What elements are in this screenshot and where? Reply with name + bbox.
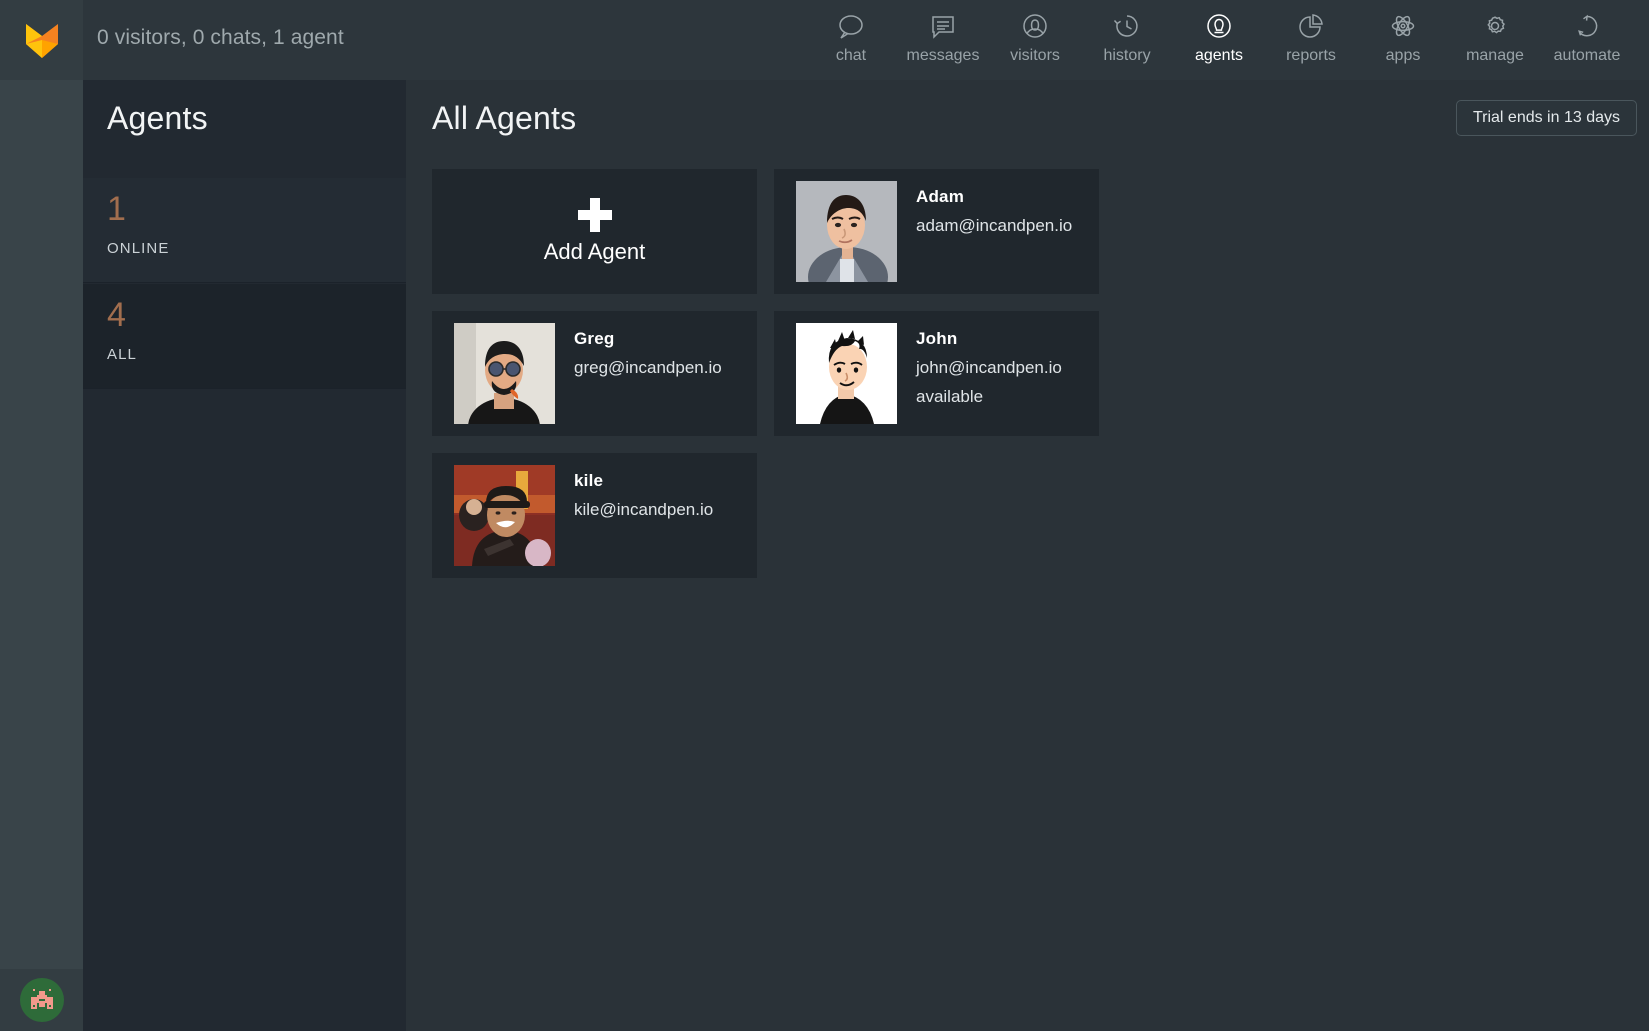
gear-icon	[1480, 8, 1510, 46]
agent-name: John	[916, 329, 958, 348]
nav-item-agents[interactable]: agents	[1173, 0, 1265, 80]
nav-item-reports[interactable]: reports	[1265, 0, 1357, 80]
agent-info: John john@incandpen.io available	[916, 329, 1062, 407]
person-circle-icon	[1020, 8, 1050, 46]
sidebar-filter-online-count: 1	[107, 190, 126, 228]
nav-label-history: history	[1103, 47, 1151, 64]
agent-email: greg@incandpen.io	[574, 358, 722, 377]
agent-name: Greg	[574, 329, 615, 348]
nav-item-apps[interactable]: apps	[1357, 0, 1449, 80]
agent-card[interactable]: Adam adam@incandpen.io	[774, 169, 1099, 294]
main-nav: chat messages visitors history agents re…	[805, 0, 1633, 80]
clock-rewind-icon	[1112, 8, 1142, 46]
plus-icon	[577, 198, 612, 232]
sidebar-filter-online-label: ONLINE	[107, 240, 170, 257]
user-avatar[interactable]	[20, 978, 64, 1022]
nav-label-messages: messages	[906, 47, 980, 64]
nav-item-chat[interactable]: chat	[805, 0, 897, 80]
nav-item-automate[interactable]: automate	[1541, 0, 1633, 80]
agents-sidebar: Agents 1 ONLINE 4 ALL	[83, 80, 406, 1031]
atom-icon	[1388, 8, 1418, 46]
agent-name: Adam	[916, 187, 965, 206]
avatar	[454, 323, 555, 424]
message-lines-icon	[928, 8, 958, 46]
agent-info: Greg greg@incandpen.io	[574, 329, 722, 378]
agent-circle-icon	[1204, 8, 1234, 46]
sidebar-filter-all-count: 4	[107, 296, 126, 334]
top-bar: 0 visitors, 0 chats, 1 agent chat messag…	[83, 0, 1649, 80]
nav-label-visitors: visitors	[1010, 47, 1060, 64]
nav-label-reports: reports	[1286, 47, 1336, 64]
avatar	[454, 465, 555, 566]
nav-item-manage[interactable]: manage	[1449, 0, 1541, 80]
agent-info: Adam adam@incandpen.io	[916, 187, 1072, 236]
photo-john	[796, 323, 897, 424]
page-title: All Agents	[432, 100, 577, 136]
photo-greg	[454, 323, 555, 424]
fox-logo-icon	[25, 24, 58, 58]
nav-item-history[interactable]: history	[1081, 0, 1173, 80]
refresh-cycle-icon	[1572, 8, 1602, 46]
left-rail	[0, 0, 83, 1031]
agent-email: adam@incandpen.io	[916, 216, 1073, 235]
agent-info: kile kile@incandpen.io	[574, 471, 713, 520]
sidebar-filter-online[interactable]: 1 ONLINE	[83, 178, 406, 283]
sidebar-filter-all-label: ALL	[107, 346, 137, 363]
sidebar-filter-all[interactable]: 4 ALL	[83, 284, 406, 389]
main-content: All Agents Trial ends in 13 days Add Age…	[406, 80, 1649, 1031]
visitor-status-text: 0 visitors, 0 chats, 1 agent	[97, 26, 344, 49]
agent-name: kile	[574, 471, 604, 490]
add-agent-card[interactable]: Add Agent	[432, 169, 757, 294]
pixel-invader-icon	[31, 989, 53, 1009]
agent-status: available	[916, 387, 984, 406]
agent-card[interactable]: Greg greg@incandpen.io	[432, 311, 757, 436]
nav-label-apps: apps	[1385, 47, 1421, 64]
nav-label-chat: chat	[835, 47, 867, 64]
photo-kile	[454, 465, 555, 566]
agent-email: john@incandpen.io	[916, 358, 1062, 377]
nav-label-automate: automate	[1553, 47, 1621, 64]
left-rail-body	[0, 80, 83, 980]
add-agent-label: Add Agent	[543, 239, 646, 264]
agent-card[interactable]: kile kile@incandpen.io	[432, 453, 757, 578]
avatar	[796, 181, 897, 282]
nav-item-messages[interactable]: messages	[897, 0, 989, 80]
nav-item-visitors[interactable]: visitors	[989, 0, 1081, 80]
avatar	[796, 323, 897, 424]
agent-card[interactable]: John john@incandpen.io available	[774, 311, 1099, 436]
trial-badge[interactable]: Trial ends in 13 days	[1455, 100, 1637, 136]
nav-label-agents: agents	[1194, 47, 1244, 64]
sidebar-title: Agents	[107, 100, 208, 136]
pie-chart-icon	[1296, 8, 1326, 46]
agents-grid: Add Agent Adam adam@incandpen.io Greg gr…	[432, 169, 1432, 595]
nav-label-manage: manage	[1466, 47, 1524, 64]
speech-bubble-icon	[836, 8, 866, 46]
brand-logo[interactable]	[0, 0, 83, 80]
agent-email: kile@incandpen.io	[574, 500, 714, 519]
app-window: 0 visitors, 0 chats, 1 agent chat messag…	[0, 0, 1649, 1031]
photo-adam	[796, 181, 897, 282]
